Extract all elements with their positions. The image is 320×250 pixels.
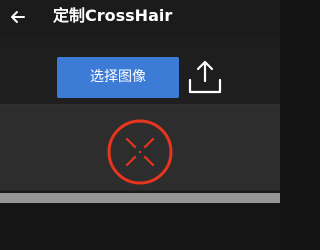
top-app-bar: 定制CrossHair <box>0 0 280 36</box>
arrow-left-icon <box>11 11 25 23</box>
upload-button[interactable] <box>184 56 226 98</box>
app-screen: 定制CrossHair 选择图像 <box>0 0 280 250</box>
scroll-divider-bar <box>0 193 280 203</box>
select-image-button[interactable]: 选择图像 <box>57 57 179 98</box>
circle-x-crosshair-icon <box>107 119 173 185</box>
bottom-content-area <box>0 203 280 250</box>
upload-icon <box>188 60 222 94</box>
crosshair-preview <box>106 118 174 186</box>
page-title: 定制CrossHair <box>53 6 173 25</box>
back-button[interactable] <box>6 5 32 29</box>
